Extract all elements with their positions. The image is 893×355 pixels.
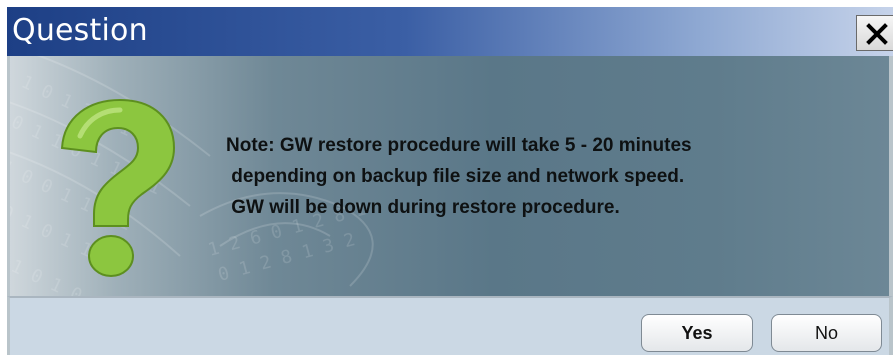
button-bar: Yes No (7, 296, 893, 355)
message-line: Note: GW restore procedure will take 5 -… (226, 135, 692, 156)
question-mark-icon (60, 98, 176, 277)
message-line: depending on backup file size and networ… (226, 166, 685, 187)
question-dialog: Question 1 0 1 1 0 1 0 0 1 1 0 1 1 0 1 1… (0, 0, 893, 355)
message-line: GW will be down during restore procedure… (226, 197, 620, 218)
message-area: 1 0 1 1 0 1 0 0 1 1 0 1 1 0 1 1 0 0 1 1 … (7, 56, 893, 296)
no-button[interactable]: No (771, 314, 882, 352)
message-text: Note: GW restore procedure will take 5 -… (226, 130, 846, 223)
yes-button[interactable]: Yes (641, 314, 753, 352)
close-icon (866, 23, 888, 45)
title-bar[interactable]: Question (7, 7, 893, 56)
close-button[interactable] (856, 15, 893, 51)
dialog-title: Question (12, 13, 148, 48)
